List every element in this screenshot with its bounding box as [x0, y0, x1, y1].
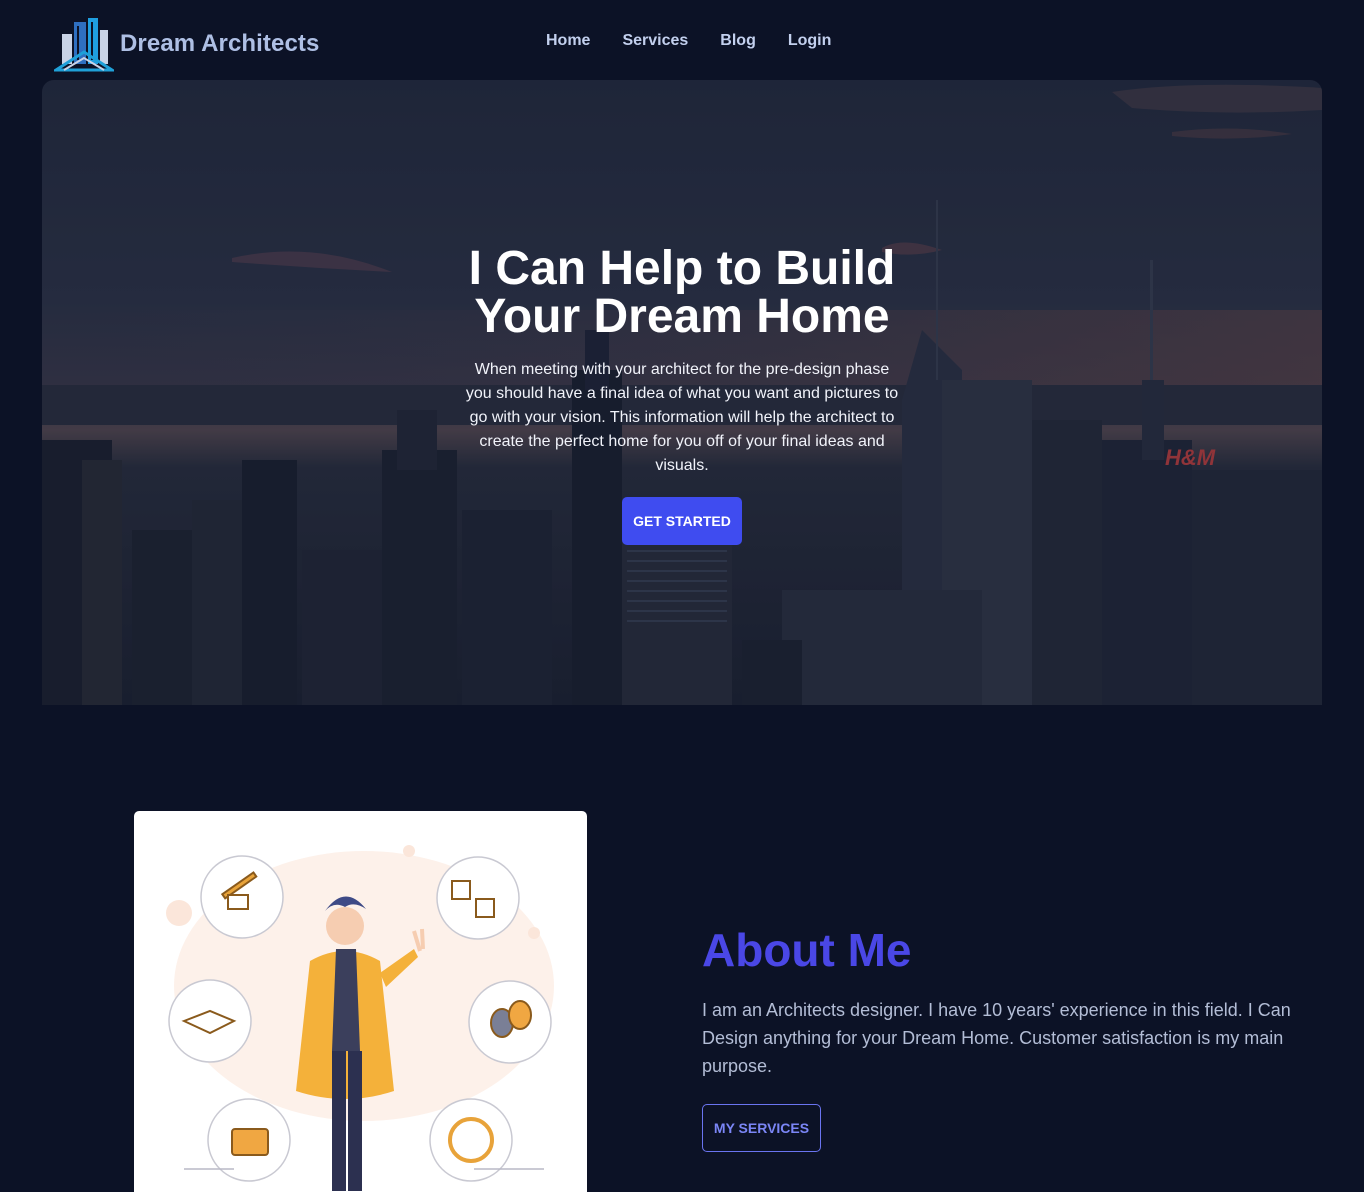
hero-section: H&M I Can Help to Build Your Dream Home …	[42, 80, 1322, 705]
main-nav: Home Services Blog Login	[546, 30, 863, 52]
hero-content: I Can Help to Build Your Dream Home When…	[42, 80, 1322, 705]
about-title: About Me	[702, 924, 912, 976]
hero-description: When meeting with your architect for the…	[465, 361, 899, 474]
architect-character-illustration-icon	[166, 845, 554, 1191]
get-started-button[interactable]: GET STARTED	[622, 497, 742, 545]
top-navigation-bar: Dream Architects Home Services Blog Logi…	[0, 0, 1364, 80]
hero-title: I Can Help to Build Your Dream Home	[468, 242, 896, 343]
brand-link[interactable]: Dream Architects	[54, 16, 319, 72]
about-description: I am an Architects designer. I have 10 y…	[702, 1000, 1291, 1076]
page: Dream Architects Home Services Blog Logi…	[0, 0, 1364, 1192]
nav-blog[interactable]: Blog	[720, 30, 756, 52]
nav-login[interactable]: Login	[788, 30, 832, 52]
about-illustration	[134, 811, 587, 1192]
my-services-button[interactable]: MY SERVICES	[702, 1104, 821, 1152]
nav-home[interactable]: Home	[546, 30, 590, 52]
brand-name: Dream Architects	[120, 30, 320, 57]
city-buildings-logo-icon	[54, 18, 114, 72]
nav-services[interactable]: Services	[622, 30, 688, 52]
